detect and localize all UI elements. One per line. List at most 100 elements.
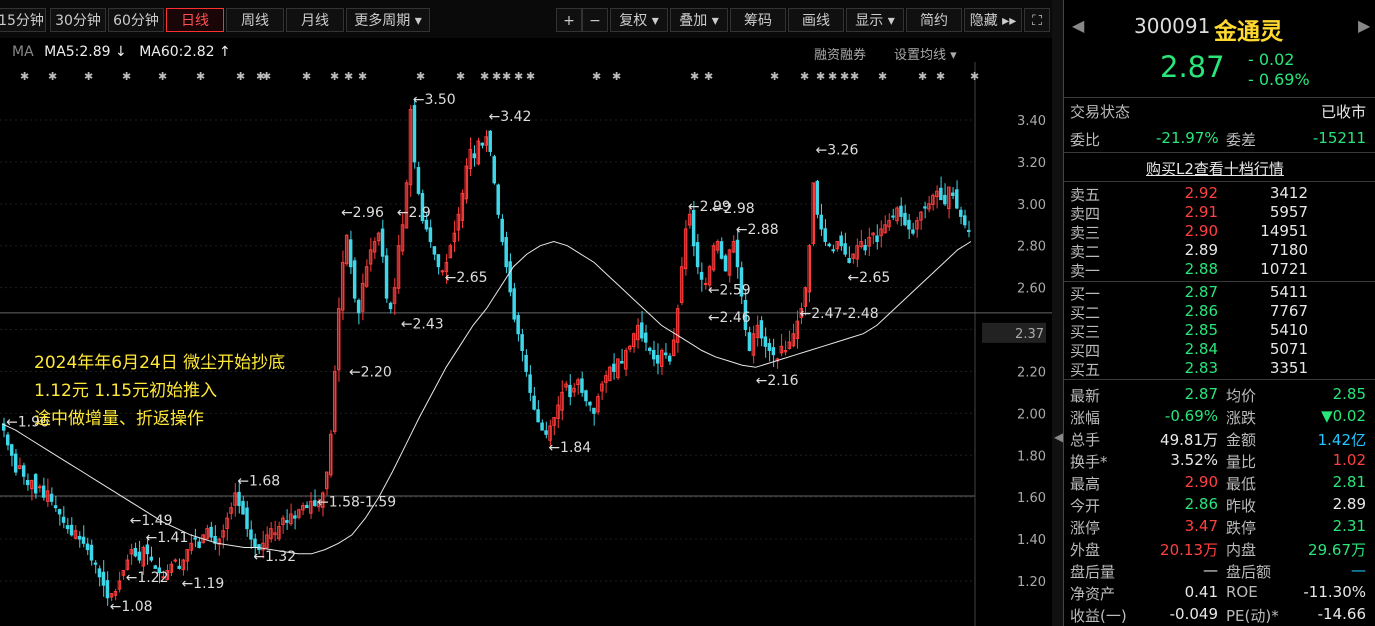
candle-body — [436, 254, 441, 268]
candle-body — [21, 465, 26, 477]
candle-body — [815, 180, 819, 215]
event-marker-icon: ✱ — [84, 70, 93, 83]
candle-body — [81, 536, 86, 544]
price-extreme-label: ←1.19 — [181, 576, 224, 592]
price-tick-label: 1.20 — [1017, 575, 1046, 590]
stat-row: 收益(一) -0.049 PE(动)* -14.66 — [1064, 605, 1375, 626]
candle-body — [663, 352, 668, 356]
candle-body — [245, 507, 249, 530]
period-monthly-button[interactable]: 月线 — [286, 8, 344, 32]
candle-body — [907, 219, 911, 230]
zoom-in-button[interactable]: + — [556, 8, 582, 32]
stat-label: 净资产 — [1070, 585, 1116, 603]
price-change: - 0.02 — [1248, 50, 1295, 69]
display-dropdown[interactable]: 显示 ▾ — [846, 8, 904, 32]
candle-body — [101, 571, 106, 586]
draw-line-button[interactable]: 画线 — [788, 8, 844, 32]
stat-label: 最新 — [1070, 387, 1101, 405]
candle-body — [648, 347, 652, 352]
stat-row: 盘后量 — 盘后额 — — [1064, 561, 1375, 582]
ma5-value: MA5:2.89 — [44, 44, 111, 60]
zoom-out-button[interactable]: − — [582, 8, 608, 32]
period-weekly-button[interactable]: 周线 — [226, 8, 284, 32]
event-marker-icon: ✱ — [262, 70, 271, 83]
candle-body — [544, 430, 548, 435]
adjust-dropdown[interactable]: 复权 ▾ — [610, 8, 668, 32]
ask-volume: 3412 — [1269, 184, 1308, 202]
bid-level-row: 买四 2.84 5071 — [1064, 340, 1375, 361]
price-tick-label: 3.40 — [1017, 114, 1046, 129]
period-30min-button[interactable]: 30分钟 — [50, 8, 106, 32]
hide-panel-button[interactable]: 隐藏 ▸▸ — [964, 8, 1022, 32]
bid-price: 2.87 — [1184, 283, 1218, 301]
bid-price: 2.86 — [1184, 302, 1218, 320]
collapse-arrow-icon[interactable]: ◀ — [1054, 430, 1063, 444]
period-60min-button[interactable]: 60分钟 — [108, 8, 164, 32]
price-extreme-label: ←2.65 — [445, 270, 488, 286]
period-15min-button[interactable]: 15分钟 — [0, 8, 46, 32]
price-extreme-label: ←2.9 — [397, 205, 431, 221]
candle-body — [77, 535, 82, 540]
candle-body — [285, 520, 289, 523]
stat-row: 涨停 3.47 跌停 2.31 — [1064, 517, 1375, 538]
stat-value: — — [1351, 561, 1366, 579]
margin-trading-link[interactable]: 融资融券 — [814, 44, 866, 63]
last-price: 2.87 — [1160, 50, 1225, 84]
annotation-line-2: 1.12元 1.15元初始推入 — [34, 381, 218, 401]
order-ratio-row: 委比 -21.97% 委差 -15211 — [1070, 129, 1366, 149]
candle-body — [9, 444, 14, 456]
ma-label: MA — [12, 44, 34, 60]
chips-button[interactable]: 筹码 — [730, 8, 786, 32]
kline-chart[interactable]: ✱ ✱ ✱ ✱ ✱ ✱ ✱ ✱✱ ✱ ✱ ✱ ✱ ✱ ✱ ✱ ✱ ✱ ✱ ✱ ✱ ✱ ✱ ✱ ✱ ✱ ✱ ✱ ✱ ✱ ✱ ✱ ✱ ✱ ←3.50… — [0, 62, 1052, 626]
bid-level-row: 买一 2.87 5411 — [1064, 283, 1375, 304]
candle-body — [644, 332, 648, 343]
price-extreme-label: ←1.68 — [237, 473, 280, 489]
event-marker-icon: ✱ — [358, 70, 367, 83]
event-marker-icon: ✱ — [48, 70, 57, 83]
candle-body — [767, 343, 772, 352]
next-stock-icon[interactable]: ▶ — [1358, 16, 1370, 35]
stat-label: 涨停 — [1070, 519, 1101, 537]
stat-label: 昨收 — [1226, 497, 1257, 515]
prev-stock-icon[interactable]: ◀ — [1072, 16, 1084, 35]
bid-level-label: 买四 — [1070, 342, 1101, 360]
candle-body — [528, 374, 532, 393]
event-marker-icon: ✱ — [514, 70, 523, 83]
price-tick-label: 1.60 — [1017, 491, 1046, 506]
price-extreme-label: ←2.46 — [708, 310, 751, 326]
candle-body — [504, 237, 508, 268]
candle-body — [197, 541, 201, 548]
l2-purchase-link[interactable]: 购买L2查看十档行情 — [1064, 158, 1375, 179]
candle-body — [963, 215, 967, 226]
event-marker-icon: ✱ — [690, 70, 699, 83]
stat-row: 最新 2.87 均价 2.85 — [1064, 385, 1375, 406]
candle-body — [508, 261, 512, 293]
ask-price: 2.90 — [1184, 222, 1218, 240]
candle-body — [532, 395, 536, 410]
candle-body — [293, 515, 297, 519]
event-marker-icon: ✱ — [526, 70, 535, 83]
candle-body — [37, 486, 42, 489]
price-extreme-label: ←3.42 — [489, 109, 532, 125]
overlay-dropdown[interactable]: 叠加 ▾ — [670, 8, 728, 32]
annotation-line-1: 2024年年6月24日 微尘开始抄底 — [34, 353, 286, 373]
candle-body — [955, 189, 959, 209]
candle-body — [352, 260, 357, 299]
candle-body — [61, 516, 66, 523]
event-marker-icon: ✱ — [20, 70, 29, 83]
stat-value: -14.66 — [1317, 605, 1366, 623]
stat-value: 2.89 — [1332, 495, 1366, 513]
period-daily-button[interactable]: 日线 — [166, 8, 224, 32]
chart-toolbar: 15分钟 30分钟 60分钟 日线 周线 月线 更多周期 ▾ + − 复权 ▾ … — [0, 0, 1052, 38]
simple-mode-button[interactable]: 简约 — [906, 8, 962, 32]
candle-body — [356, 299, 361, 314]
candle-body — [759, 320, 764, 339]
panel-splitter[interactable]: ◀ — [1052, 0, 1063, 626]
more-periods-dropdown[interactable]: 更多周期 ▾ — [346, 8, 430, 32]
candle-body — [388, 302, 393, 310]
candle-body — [145, 544, 150, 555]
ma60-value: MA60:2.82 — [139, 44, 215, 60]
ma-settings-dropdown[interactable]: 设置均线 ▾ — [894, 44, 957, 63]
fullscreen-icon[interactable]: ⛶ — [1024, 8, 1050, 32]
candle-body — [416, 167, 421, 194]
